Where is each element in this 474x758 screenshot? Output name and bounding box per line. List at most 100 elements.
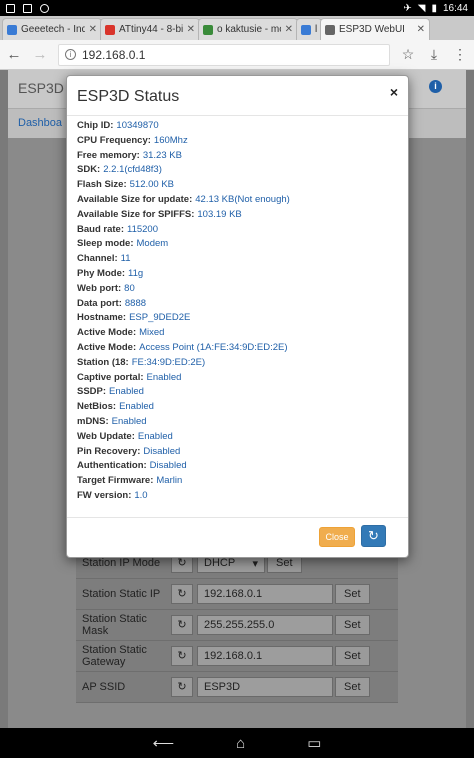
info-icon[interactable]: i xyxy=(65,49,76,60)
status-row: Free memory: 31.23 KB xyxy=(77,149,398,164)
back-icon[interactable]: ⟵ xyxy=(153,734,175,752)
status-value: Mixed xyxy=(139,327,165,339)
status-key: SSDP: xyxy=(77,386,107,398)
status-row: Authentication: Disabled xyxy=(77,459,398,474)
status-key: Phy Mode: xyxy=(77,267,126,279)
browser-tab[interactable]: ATtiny44 - 8-bit A ✕ xyxy=(100,18,200,40)
status-row: mDNS: Enabled xyxy=(77,415,398,430)
info-icon[interactable]: i xyxy=(429,80,442,93)
status-value: Enabled xyxy=(137,430,173,442)
status-key: NetBios: xyxy=(77,401,117,413)
refresh-icon: ↻ xyxy=(368,528,379,543)
status-value: 42.13 KB(Not enough) xyxy=(195,193,290,205)
status-key: Free memory: xyxy=(77,149,140,161)
system-nav-bar: ⟵ ⌂ ▭ xyxy=(0,728,474,758)
refresh-icon[interactable]: ↻ xyxy=(171,677,193,697)
address-bar: ← → i 192.168.0.1 ☆ ⤓ ⋮ xyxy=(0,40,474,70)
status-value: 160Mhz xyxy=(153,134,188,146)
battery-icon: ▮ xyxy=(431,2,437,14)
set-button[interactable]: Set xyxy=(335,646,370,666)
close-tab-icon[interactable]: ✕ xyxy=(285,24,293,35)
setting-row: Station Static Gateway ↻ 192.168.0.1 Set xyxy=(76,641,398,672)
static-ip-input[interactable]: 192.168.0.1 xyxy=(197,584,333,604)
url-field[interactable]: i 192.168.0.1 xyxy=(58,43,390,66)
refresh-icon[interactable]: ↻ xyxy=(171,615,193,635)
set-button[interactable]: Set xyxy=(335,584,370,604)
browser-tab[interactable]: lo xyxy=(296,18,322,40)
setting-label: Station Static Mask xyxy=(82,613,147,637)
status-row: Flash Size: 512.00 KB xyxy=(77,178,398,193)
setting-row: Station Static IP ↻ 192.168.0.1 Set xyxy=(76,579,398,610)
home-icon[interactable]: ⌂ xyxy=(236,735,245,752)
status-key: Chip ID: xyxy=(77,120,114,131)
status-row: Data port: 8888 xyxy=(77,297,398,312)
close-tab-icon[interactable]: ✕ xyxy=(187,24,195,35)
refresh-button[interactable]: ↻ xyxy=(361,525,386,547)
status-value: Modem xyxy=(136,238,169,250)
notification-icon xyxy=(40,3,49,13)
star-icon[interactable]: ☆ xyxy=(400,46,416,63)
close-icon[interactable]: × xyxy=(390,84,398,100)
status-key: Active Mode: xyxy=(77,341,137,353)
status-row: Captive portal: Enabled xyxy=(77,371,398,386)
back-arrow-icon[interactable]: ← xyxy=(6,46,22,63)
airplane-icon: ✈ xyxy=(403,2,412,14)
close-tab-icon[interactable]: ✕ xyxy=(89,24,97,35)
status-key: Active Mode: xyxy=(77,327,137,339)
status-modal: ESP3D Status × Chip ID: 10349870 CPU Frequ… xyxy=(66,75,409,558)
menu-icon[interactable]: ⋮ xyxy=(452,46,468,63)
setting-label: Station Static Gateway xyxy=(82,644,147,668)
setting-row: Station Static Mask ↻ 255.255.255.0 Set xyxy=(76,610,398,641)
status-key: CPU Frequency: xyxy=(77,134,151,146)
tab-title: ATtiny44 - 8-bit A xyxy=(119,24,183,35)
status-value: 512.00 KB xyxy=(129,179,174,191)
modal-body: Chip ID: 10349870 CPU Frequency: 160Mhz Free… xyxy=(67,117,408,517)
forward-arrow-icon[interactable]: → xyxy=(32,46,48,63)
browser-tab[interactable]: Geeetech - Index ✕ xyxy=(2,18,102,40)
browser-tab[interactable]: o kaktusie - moje ✕ xyxy=(198,18,298,40)
status-row: Web Update: Enabled xyxy=(77,430,398,445)
status-value: Disabled xyxy=(149,460,187,472)
status-row: Available Size for SPIFFS: 103.19 KB xyxy=(77,208,398,223)
image-icon xyxy=(23,3,32,13)
status-value: Enabled xyxy=(119,401,154,413)
ap-ssid-input[interactable]: ESP3D xyxy=(197,677,333,697)
favicon-icon xyxy=(301,24,311,35)
close-button[interactable]: Close xyxy=(319,527,355,547)
status-row: Sleep mode: Modem xyxy=(77,237,398,252)
close-tab-icon[interactable]: ✕ xyxy=(417,24,425,35)
status-value: Marlin xyxy=(156,475,183,487)
set-button[interactable]: Set xyxy=(335,615,370,635)
status-key: Flash Size: xyxy=(77,179,127,191)
set-button[interactable]: Set xyxy=(335,677,370,697)
status-row: Chip ID: 10349870 xyxy=(77,119,398,134)
status-value: 115200 xyxy=(126,223,158,235)
status-row: Station (18: FE:34:9D:ED:2E) xyxy=(77,356,398,371)
status-row: SSDP: Enabled xyxy=(77,385,398,400)
status-key: Data port: xyxy=(77,297,122,309)
status-value: 31.23 KB xyxy=(142,149,182,161)
refresh-icon[interactable]: ↻ xyxy=(171,646,193,666)
status-key: Sleep mode: xyxy=(77,238,134,250)
favicon-icon xyxy=(105,24,115,35)
status-value: Disabled xyxy=(143,445,181,457)
status-row: FW version: 1.0 xyxy=(77,489,398,504)
status-key: Hostname: xyxy=(77,312,127,324)
status-value: 10349870 xyxy=(116,120,159,131)
status-key: Captive portal: xyxy=(77,371,144,383)
status-key: Target Firmware: xyxy=(77,475,154,487)
status-value: 8888 xyxy=(124,297,147,309)
status-value: 1.0 xyxy=(134,489,148,501)
status-value: Enabled xyxy=(146,371,182,383)
status-key: Channel: xyxy=(77,253,118,265)
browser-tab-active[interactable]: ESP3D WebUI ✕ xyxy=(320,18,430,40)
static-gateway-input[interactable]: 192.168.0.1 xyxy=(197,646,333,666)
static-mask-input[interactable]: 255.255.255.0 xyxy=(197,615,333,635)
status-value: Access Point (1A:FE:34:9D:ED:2E) xyxy=(139,341,288,353)
tab-title: lo xyxy=(315,24,317,35)
download-icon[interactable]: ⤓ xyxy=(426,46,442,63)
tab-dashboard[interactable]: Dashboa xyxy=(18,117,62,129)
recents-icon[interactable]: ▭ xyxy=(307,734,321,752)
status-value: ESP_9DED2E xyxy=(129,312,191,324)
refresh-icon[interactable]: ↻ xyxy=(171,584,193,604)
